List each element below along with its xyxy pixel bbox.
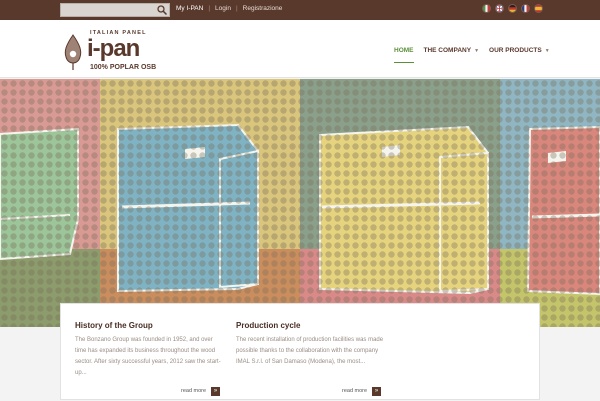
search-icon[interactable]: [156, 4, 168, 16]
logo-leaf-icon: [64, 34, 82, 70]
login-link[interactable]: Login: [215, 5, 231, 12]
card-title[interactable]: Production cycle: [236, 321, 300, 330]
french-flag-icon[interactable]: [521, 4, 530, 13]
read-more-link[interactable]: read more: [342, 388, 367, 394]
read-more-arrow-icon[interactable]: »: [372, 387, 381, 396]
my-ipan-link[interactable]: My I-PAN: [176, 5, 203, 12]
chevron-down-icon: ▼: [544, 48, 550, 54]
nav-home[interactable]: HOME: [394, 47, 414, 63]
hero-chairs-artwork: [0, 79, 600, 327]
hero-banner-image: [0, 79, 600, 327]
card-text: The recent installation of production fa…: [236, 337, 384, 365]
main-nav: HOME THE COMPANY ▼ OUR PRODUCTS ▼: [394, 47, 550, 63]
register-link[interactable]: Registrazione: [243, 5, 283, 12]
site-header: ITALIAN PANEL i-pan 100% POPLAR OSB HOME…: [0, 20, 600, 78]
top-bar: My I-PAN | Login | Registrazione: [0, 0, 600, 20]
card-production: Production cycle The recent installation…: [222, 304, 383, 401]
german-flag-icon[interactable]: [508, 4, 517, 13]
chevron-down-icon: ▼: [474, 48, 480, 54]
read-more-arrow-icon[interactable]: »: [211, 387, 220, 396]
spanish-flag-icon[interactable]: [534, 4, 543, 13]
card-history: History of the Group The Bonzano Group w…: [61, 304, 221, 401]
nav-the-company[interactable]: THE COMPANY ▼: [424, 47, 480, 63]
search-input[interactable]: [60, 3, 170, 17]
nav-our-products[interactable]: OUR PRODUCTS ▼: [489, 47, 550, 63]
italian-flag-icon[interactable]: [482, 4, 491, 13]
card-text: The Bonzano Group was founded in 1952, a…: [75, 337, 221, 376]
ipan-logo[interactable]: ITALIAN PANEL i-pan 100% POPLAR OSB: [62, 30, 172, 74]
read-more-link[interactable]: read more: [181, 388, 206, 394]
logo-brand: i-pan: [87, 35, 140, 62]
language-flags: [482, 4, 543, 13]
english-flag-icon[interactable]: [495, 4, 504, 13]
card-title[interactable]: History of the Group: [75, 321, 153, 330]
feature-cards: History of the Group The Bonzano Group w…: [60, 303, 540, 400]
top-links: My I-PAN | Login | Registrazione: [176, 5, 283, 12]
logo-subtitle: 100% POPLAR OSB: [90, 64, 157, 71]
